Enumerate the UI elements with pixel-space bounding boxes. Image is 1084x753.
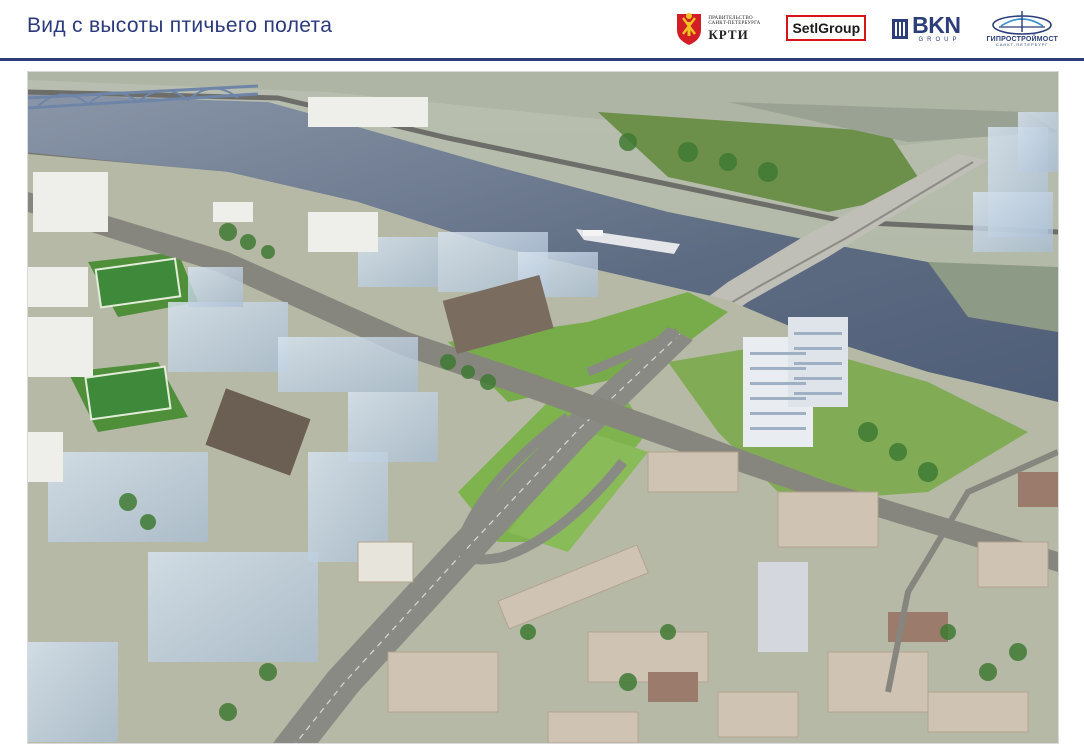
header-divider (0, 58, 1084, 61)
bridge-emblem-icon (992, 10, 1053, 35)
krti-line2: САНКТ-ПЕТЕРБУРГА (708, 20, 761, 26)
bkn-sub: GROUP (918, 36, 961, 43)
bkn-name: BKN (912, 11, 961, 38)
partner-logos: ПРАВИТЕЛЬСТВО САНКТ-ПЕТЕРБУРГА КРТИ Setl… (674, 6, 1058, 50)
bkn-group-logo: BKN GROUP (892, 11, 961, 43)
spb-coat-of-arms-icon (677, 13, 702, 45)
setl-group-logo: SetlGroup (786, 15, 867, 41)
tower-lower-right (758, 562, 808, 652)
giprostroymost-logo: ГИПРОСТРОЙМОСТ САНКТ-ПЕТЕРБУРГ (987, 10, 1059, 47)
aerial-rendering-image (27, 71, 1059, 744)
aerial-scene (28, 72, 1058, 743)
krti-name: КРТИ (708, 26, 749, 42)
setl-part2: Group (818, 20, 861, 36)
page-header: Вид с высоты птичьего полета ПРАВИТЕЛЬСТ… (0, 0, 1084, 58)
giprostroymost-sub: САНКТ-ПЕТЕРБУРГ (995, 41, 1049, 47)
setl-part1: Setl (792, 20, 819, 36)
krti-logo: ПРАВИТЕЛЬСТВО САНКТ-ПЕТЕРБУРГА КРТИ (674, 10, 760, 46)
bkn-building-icon (892, 19, 909, 39)
page-title: Вид с высоты птичьего полета (27, 14, 333, 37)
